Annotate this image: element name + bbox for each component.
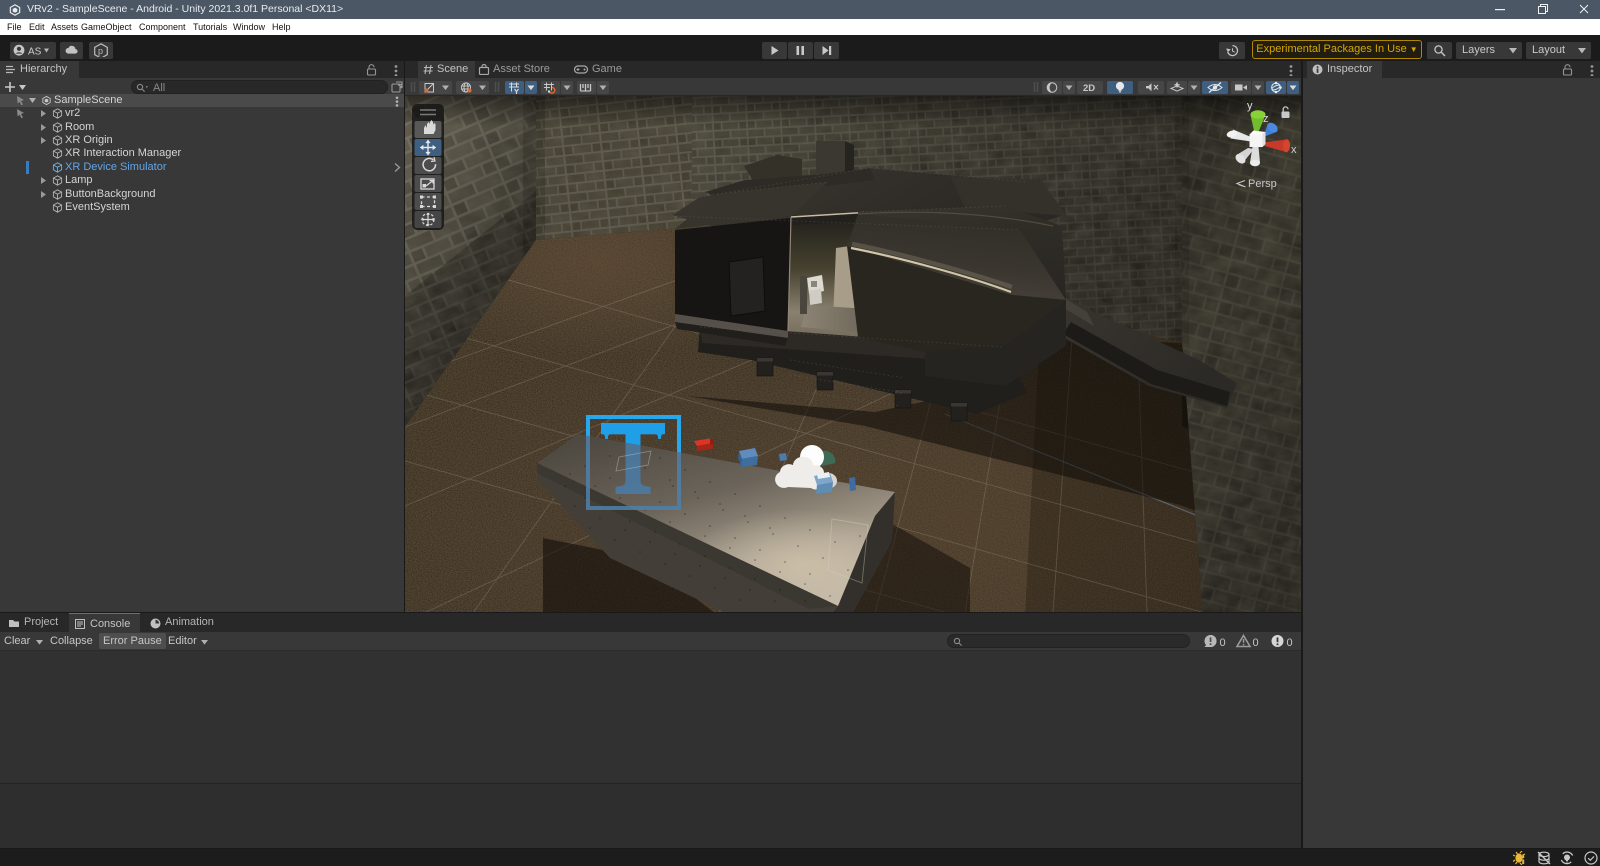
svg-text:AS: AS [28, 47, 42, 58]
svg-text:0: 0 [1220, 637, 1226, 649]
svg-text:z: z [1263, 113, 1269, 125]
svg-text:p: p [98, 46, 103, 56]
svg-text:0: 0 [1287, 637, 1293, 649]
svg-text:2D: 2D [1083, 83, 1095, 94]
svg-text:y: y [1247, 100, 1253, 112]
svg-text:x: x [1291, 144, 1297, 156]
svg-text:0: 0 [1253, 637, 1259, 649]
svg-text:Persp: Persp [1248, 178, 1277, 190]
